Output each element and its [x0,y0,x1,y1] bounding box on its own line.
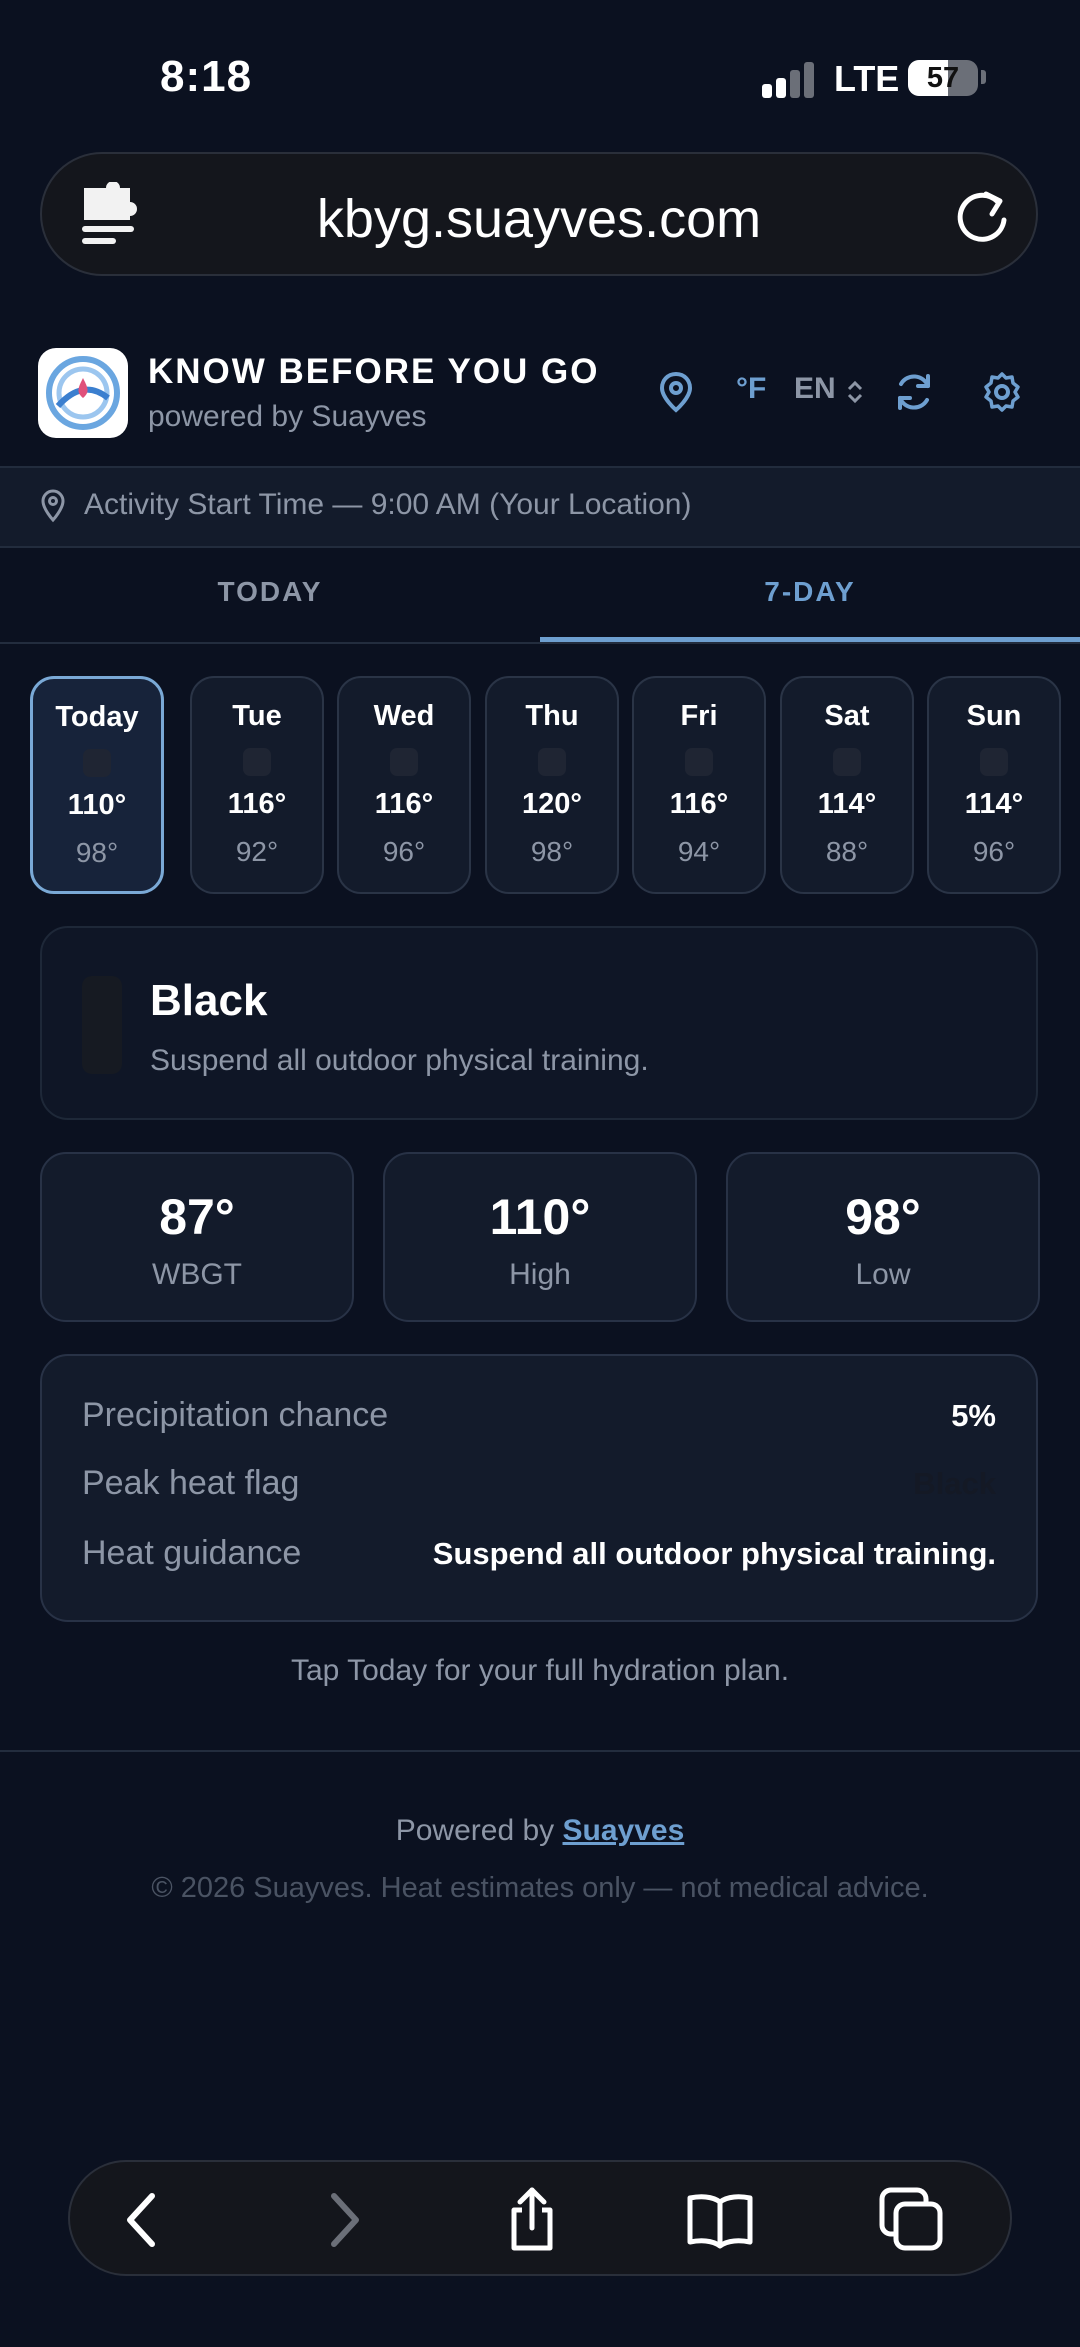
status-time: 8:18 [160,52,253,101]
back-icon[interactable] [110,2186,178,2254]
day-high: 116° [374,788,434,820]
footer-divider [0,1750,1080,1752]
day-high: 116° [669,788,729,820]
gear-icon[interactable] [980,370,1024,414]
language-select[interactable]: EN [794,372,836,406]
url-text[interactable]: kbyg.suayves.com [42,188,1036,250]
flag-color-swatch [82,976,122,1074]
day-card-tue[interactable]: Tue 116° 92° [190,676,324,894]
details-card: Precipitation chance 5% Peak heat flag B… [40,1354,1038,1622]
activity-start-bar: Activity Start Time — 9:00 AM (Your Loca… [0,466,1080,548]
day-low: 96° [382,836,426,867]
stat-card-high: 110° High [383,1152,697,1322]
day-card-sat[interactable]: Sat 114° 88° [780,676,914,894]
tab-active-indicator [540,637,1080,642]
stat-value: 98° [845,1189,921,1245]
peak-heat-flag-label: Peak heat flag [82,1464,300,1502]
battery-nub [981,70,986,84]
day-name: Sun [966,700,1022,732]
day-name: Wed [373,700,435,732]
day-card-today[interactable]: Today 110° 98° [30,676,164,894]
refresh-icon[interactable] [892,370,936,414]
app-subtitle: powered by Suayves [148,400,427,433]
day-low: 98° [530,836,574,867]
tab-today[interactable]: TODAY [0,576,540,608]
stat-label: WBGT [152,1258,242,1291]
day-name: Fri [680,700,718,732]
stat-value: 87° [159,1189,235,1245]
wave-logo-icon [46,356,120,430]
powered-by-prefix: Powered by [395,1814,555,1847]
chevron-updown-icon[interactable] [846,378,864,406]
stat-value: 110° [489,1189,591,1245]
hydration-hint: Tap Today for your full hydration plan. [290,1654,790,1687]
tab-7-day[interactable]: 7-DAY [540,576,1080,608]
stat-card-wbgt: 87° WBGT [40,1152,354,1322]
heat-guidance-value: Suspend all outdoor physical training. [432,1536,996,1571]
flag-name: Black [150,976,268,1025]
precipitation-value: 5% [951,1398,996,1433]
day-card-wed[interactable]: Wed 116° 96° [337,676,471,894]
day-low: 98° [75,837,119,868]
powered-by: Powered by Suayves [0,1814,1080,1848]
day-high: 114° [964,788,1024,820]
stat-label: Low [855,1258,911,1291]
battery-percent: 57 [926,62,960,94]
flag-color-dot [538,748,566,776]
heat-flag-card: Black Suspend all outdoor physical train… [40,926,1038,1120]
flag-color-dot [83,749,111,777]
tabs-icon[interactable] [878,2186,946,2254]
day-name: Tue [232,700,282,732]
app-logo [38,348,128,438]
battery-icon: 57 [908,60,978,96]
day-name: Today [55,701,139,733]
day-card-sun[interactable]: Sun 114° 96° [927,676,1061,894]
stat-card-low: 98° Low [726,1152,1040,1322]
day-name: Thu [525,700,579,732]
forward-icon[interactable] [308,2186,376,2254]
unit-toggle-button[interactable]: °F [736,372,766,406]
heat-guidance-label: Heat guidance [82,1534,302,1572]
tab-divider [0,642,1080,644]
cellular-signal-icon [762,62,816,98]
day-low: 96° [972,836,1016,867]
reload-icon[interactable] [952,186,1012,246]
flag-color-dot [980,748,1008,776]
day-low: 88° [825,836,869,867]
browser-toolbar [68,2160,1012,2276]
precipitation-label: Precipitation chance [82,1396,389,1434]
day-high: 116° [227,788,287,820]
day-name: Sat [824,700,870,732]
peak-heat-flag-value: Black [913,1466,996,1501]
flag-description: Suspend all outdoor physical training. [150,1044,649,1077]
day-high: 120° [522,788,582,820]
flag-color-dot [243,748,271,776]
flag-color-dot [833,748,861,776]
address-bar[interactable]: kbyg.suayves.com [40,152,1038,276]
share-icon[interactable] [498,2186,566,2254]
app-title: KNOW BEFORE YOU GO [148,352,600,391]
day-card-thu[interactable]: Thu 120° 98° [485,676,619,894]
stat-label: High [509,1258,571,1291]
day-high: 110° [67,789,127,821]
location-pin-icon[interactable] [654,370,698,414]
day-low: 92° [235,836,279,867]
copyright: © 2026 Suayves. Heat estimates only — no… [151,1872,929,1904]
location-pin-icon [41,489,65,523]
flag-color-dot [390,748,418,776]
activity-start-text: Activity Start Time — 9:00 AM (Your Loca… [84,488,692,521]
bookmarks-icon[interactable] [686,2186,754,2254]
day-low: 94° [677,836,721,867]
day-card-fri[interactable]: Fri 116° 94° [632,676,766,894]
suayves-link[interactable]: Suayves [563,1814,685,1847]
flag-color-dot [685,748,713,776]
day-high: 114° [817,788,877,820]
network-type: LTE [834,58,900,99]
